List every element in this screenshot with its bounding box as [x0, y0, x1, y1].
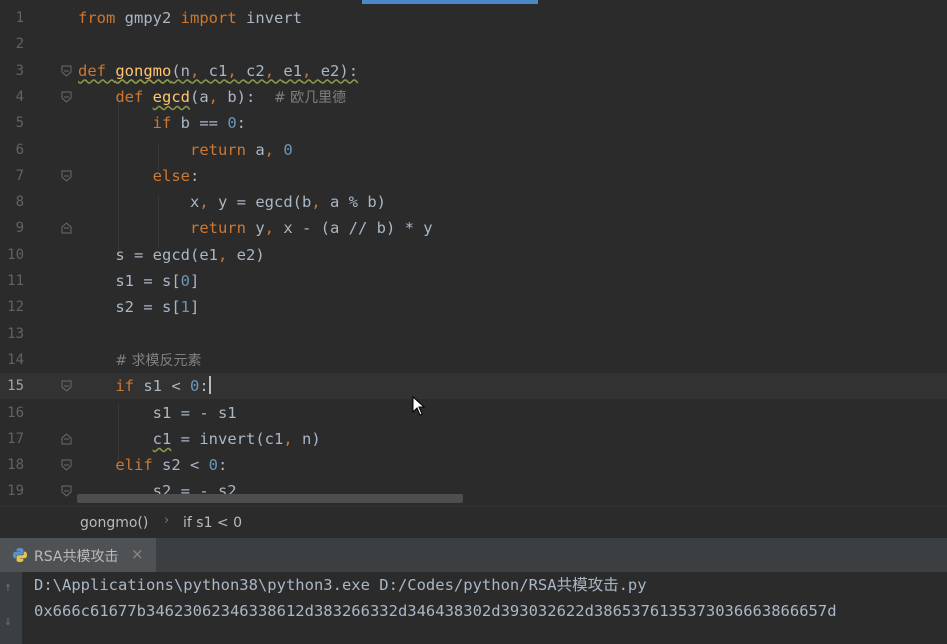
code-line[interactable]: 4 def egcd(a, b): # 欧几里德: [0, 84, 947, 110]
code-line[interactable]: 18 elif s2 < 0:: [0, 452, 947, 478]
line-number: 19: [7, 483, 24, 500]
breadcrumb-function[interactable]: gongmo(): [80, 515, 148, 531]
code-text: if b == 0:: [152, 114, 247, 133]
code-text: x, y = egcd(b, a % b): [78, 193, 386, 212]
code-text: s1 = - s1: [78, 403, 237, 422]
code-line[interactable]: 9 return y, x - (a // b) * y: [0, 215, 947, 241]
fold-marker-icon[interactable]: [61, 485, 72, 498]
line-number: 6: [15, 141, 24, 158]
mouse-cursor-icon: [412, 396, 426, 416]
line-number: 18: [7, 457, 24, 474]
text-caret: [208, 376, 211, 395]
code-text: return y, x - (a // b) * y: [189, 219, 433, 238]
code-editor[interactable]: 1 from gmpy2 import invert 2 3 def gongmo(n,…: [0, 4, 947, 506]
fold-marker-icon[interactable]: [61, 65, 72, 77]
line-number: 13: [7, 325, 24, 342]
code-line[interactable]: 8 x, y = egcd(b, a % b): [0, 189, 947, 215]
code-text: s2 = s[1]: [78, 298, 200, 317]
python-icon: [13, 548, 27, 562]
code-line[interactable]: 7 else:: [0, 163, 947, 189]
fold-marker-icon[interactable]: [61, 380, 72, 392]
line-number: 17: [7, 430, 24, 447]
horizontal-scrollbar[interactable]: [77, 494, 463, 503]
run-tab-label: RSA共模攻击: [34, 549, 119, 565]
arrow-up-icon[interactable]: ↑: [4, 580, 12, 595]
code-line[interactable]: 1 from gmpy2 import invert: [0, 5, 947, 31]
code-line[interactable]: 12 s2 = s[1]: [0, 294, 947, 320]
code-line[interactable]: 10 s = egcd(e1, e2): [0, 242, 947, 268]
code-line[interactable]: 2: [0, 31, 947, 57]
line-number: 15: [7, 378, 24, 395]
code-text: s = egcd(e1, e2): [78, 245, 265, 264]
chevron-right-icon: ›: [164, 513, 170, 528]
line-number: 8: [15, 194, 24, 211]
line-number: 5: [15, 115, 24, 132]
line-number: 9: [15, 220, 24, 237]
code-line[interactable]: 17 c1 = invert(c1, n): [0, 426, 947, 452]
line-number: 3: [15, 62, 24, 79]
fold-marker-icon[interactable]: [61, 170, 72, 182]
code-text: def egcd(a, b): # 欧几里德: [115, 87, 347, 106]
breadcrumb-condition[interactable]: if s1 < 0: [183, 515, 242, 531]
code-text: if s1 < 0:: [115, 376, 211, 396]
fold-marker-icon[interactable]: [61, 433, 72, 445]
run-console[interactable]: ↑ ↓ D:\Applications\python38\python3.exe…: [0, 572, 947, 644]
fold-marker-icon[interactable]: [61, 459, 72, 471]
line-number: 4: [15, 88, 24, 105]
arrow-down-icon[interactable]: ↓: [4, 614, 12, 629]
line-number: 10: [7, 246, 24, 263]
line-number: 2: [15, 36, 24, 53]
code-line[interactable]: 14 # 求模反元素: [0, 347, 947, 373]
line-number: 14: [7, 351, 24, 368]
code-text: # 求模反元素: [115, 352, 202, 369]
console-output-line: 0x666c61677b34623062346338612d383266332d…: [34, 602, 837, 620]
line-number: 12: [7, 299, 24, 316]
code-line[interactable]: 11 s1 = s[0]: [0, 268, 947, 294]
code-text: def gongmo(n, c1, c2, e1, e2):: [78, 61, 359, 80]
fold-marker-icon[interactable]: [61, 222, 72, 234]
console-toolbar: ↑ ↓: [0, 572, 22, 644]
fold-marker-icon[interactable]: [61, 91, 72, 103]
code-line[interactable]: 13: [0, 321, 947, 347]
code-line[interactable]: 16 s1 = - s1: [0, 400, 947, 426]
code-text: from gmpy2 import invert: [78, 9, 302, 27]
code-line[interactable]: 3 def gongmo(n, c1, c2, e1, e2):: [0, 58, 947, 84]
code-text: s1 = s[0]: [78, 272, 200, 290]
line-number: 11: [7, 273, 24, 289]
code-text: elif s2 < 0:: [115, 456, 228, 475]
console-output-line: D:\Applications\python38\python3.exe D:/…: [34, 576, 647, 594]
code-text: else:: [152, 166, 200, 185]
run-tab[interactable]: RSA共模攻击 ×: [0, 538, 156, 572]
line-number: 7: [15, 167, 24, 184]
run-panel-header: RSA共模攻击 ×: [0, 538, 947, 572]
code-line[interactable]: 6 return a, 0: [0, 137, 947, 163]
line-number: 16: [7, 404, 24, 421]
code-text: c1 = invert(c1, n): [152, 429, 321, 448]
code-text: return a, 0: [189, 140, 293, 159]
code-line[interactable]: 5 if b == 0:: [0, 110, 947, 136]
line-number: 1: [15, 10, 24, 26]
breadcrumb: gongmo() › if s1 < 0: [0, 506, 947, 539]
close-icon[interactable]: ×: [131, 545, 144, 563]
code-line[interactable]: 15 if s1 < 0:: [0, 373, 947, 400]
